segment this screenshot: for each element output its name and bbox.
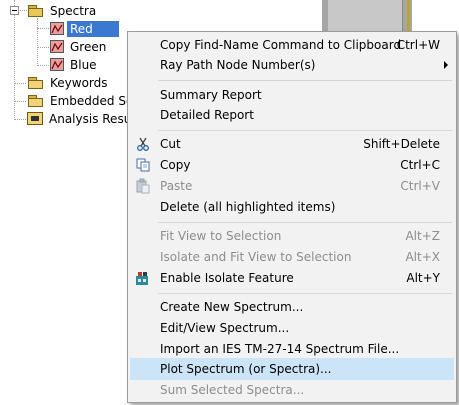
folder-icon — [27, 76, 45, 90]
open-folder-icon — [27, 4, 45, 18]
spectrum-icon — [50, 22, 64, 35]
menu-item-label: Detailed Report — [160, 108, 254, 122]
menu-item-edit-spectrum[interactable]: Edit/View Spectrum... — [130, 317, 454, 339]
menu-item-label: Enable Isolate Feature — [160, 271, 294, 285]
menu-item-label: Delete (all highlighted items) — [160, 200, 336, 214]
paste-icon — [135, 178, 151, 194]
menu-item-shortcut: Alt+Y — [406, 271, 440, 285]
menu-item-label: Copy Find-Name Command to Clipboard — [160, 38, 402, 52]
menu-item-copy-find-name[interactable]: Copy Find-Name Command to Clipboard Ctrl… — [130, 34, 454, 56]
tree-connector — [14, 83, 26, 84]
menu-item-shortcut: Alt+X — [405, 250, 440, 264]
menu-item-label: Cut — [160, 137, 181, 151]
context-menu: Copy Find-Name Command to Clipboard Ctrl… — [127, 31, 457, 403]
menu-item-shortcut: Alt+Z — [405, 229, 440, 243]
menu-item-detailed-report[interactable]: Detailed Report — [130, 104, 454, 126]
menu-item-fit-view[interactable]: Fit View to Selection Alt+Z — [130, 225, 454, 247]
submenu-arrow-icon — [444, 61, 448, 69]
menu-item-label: Isolate and Fit View to Selection — [160, 250, 352, 264]
menu-item-label: Ray Path Node Number(s) — [160, 58, 316, 72]
tree-item-red[interactable]: Red — [49, 20, 119, 37]
menu-item-label: Create New Spectrum... — [160, 300, 304, 314]
menu-item-import-spectrum[interactable]: Import an IES TM-27-14 Spectrum File... — [130, 338, 454, 360]
menu-item-shortcut: Ctrl+C — [400, 158, 440, 172]
menu-item-cut[interactable]: Cut Shift+Delete — [130, 133, 454, 155]
tree-item-label: Red — [67, 20, 119, 37]
menu-item-label: Paste — [160, 179, 193, 193]
menu-item-delete[interactable]: Delete (all highlighted items) — [130, 196, 454, 218]
menu-item-label: Import an IES TM-27-14 Spectrum File... — [160, 342, 400, 356]
isolate-icon — [135, 270, 151, 286]
tree-connector — [37, 28, 49, 29]
menu-separator — [158, 222, 452, 223]
menu-item-label: Sum Selected Spectra... — [160, 383, 305, 397]
collapse-toggle[interactable] — [10, 6, 19, 15]
tree-item-label: Spectra — [50, 3, 97, 18]
menu-item-create-spectrum[interactable]: Create New Spectrum... — [130, 296, 454, 318]
menu-item-label: Plot Spectrum (or Spectra)... — [160, 362, 332, 376]
tree-item-keywords[interactable]: Keywords — [27, 74, 111, 91]
menu-item-paste[interactable]: Paste Ctrl+V — [130, 175, 454, 197]
spectrum-icon — [50, 40, 64, 53]
tree-item-label: Blue — [70, 57, 97, 72]
tree-item-label: Green — [70, 39, 107, 54]
menu-item-shortcut: Shift+Delete — [363, 137, 440, 151]
menu-item-label: Summary Report — [160, 88, 262, 102]
tree-item-label: Keywords — [50, 75, 108, 90]
tree-connector — [37, 65, 49, 66]
tree-item-green[interactable]: Green — [49, 38, 109, 55]
menu-item-label: Copy — [160, 158, 191, 172]
tree-connector — [14, 101, 26, 102]
tree-item-blue[interactable]: Blue — [49, 56, 100, 73]
scissors-icon — [135, 136, 151, 152]
menu-item-plot-spectrum[interactable]: Plot Spectrum (or Spectra)... — [130, 358, 454, 380]
folder-icon — [27, 94, 45, 108]
menu-separator — [158, 130, 452, 131]
menu-item-enable-isolate[interactable]: Enable Isolate Feature Alt+Y — [130, 267, 454, 289]
menu-separator — [158, 80, 452, 81]
menu-separator — [158, 293, 452, 294]
menu-item-copy[interactable]: Copy Ctrl+C — [130, 154, 454, 176]
menu-item-shortcut: Ctrl+W — [396, 38, 440, 52]
menu-item-label: Edit/View Spectrum... — [160, 321, 290, 335]
menu-item-summary-report[interactable]: Summary Report — [130, 84, 454, 106]
menu-item-isolate-fit-view[interactable]: Isolate and Fit View to Selection Alt+X — [130, 246, 454, 268]
analysis-results-icon — [27, 112, 43, 125]
tree-connector — [37, 47, 49, 48]
menu-item-shortcut: Ctrl+V — [400, 179, 440, 193]
menu-item-ray-path-node[interactable]: Ray Path Node Number(s) — [130, 54, 454, 76]
tree-connector — [14, 0, 15, 120]
menu-item-label: Fit View to Selection — [160, 229, 282, 243]
tree-connector — [14, 119, 26, 120]
spectrum-icon — [50, 58, 64, 71]
tree-item-spectra[interactable]: Spectra — [27, 2, 99, 19]
copy-icon — [135, 157, 151, 173]
tree-connector — [37, 18, 38, 66]
menu-item-sum-spectra[interactable]: Sum Selected Spectra... — [130, 379, 454, 401]
